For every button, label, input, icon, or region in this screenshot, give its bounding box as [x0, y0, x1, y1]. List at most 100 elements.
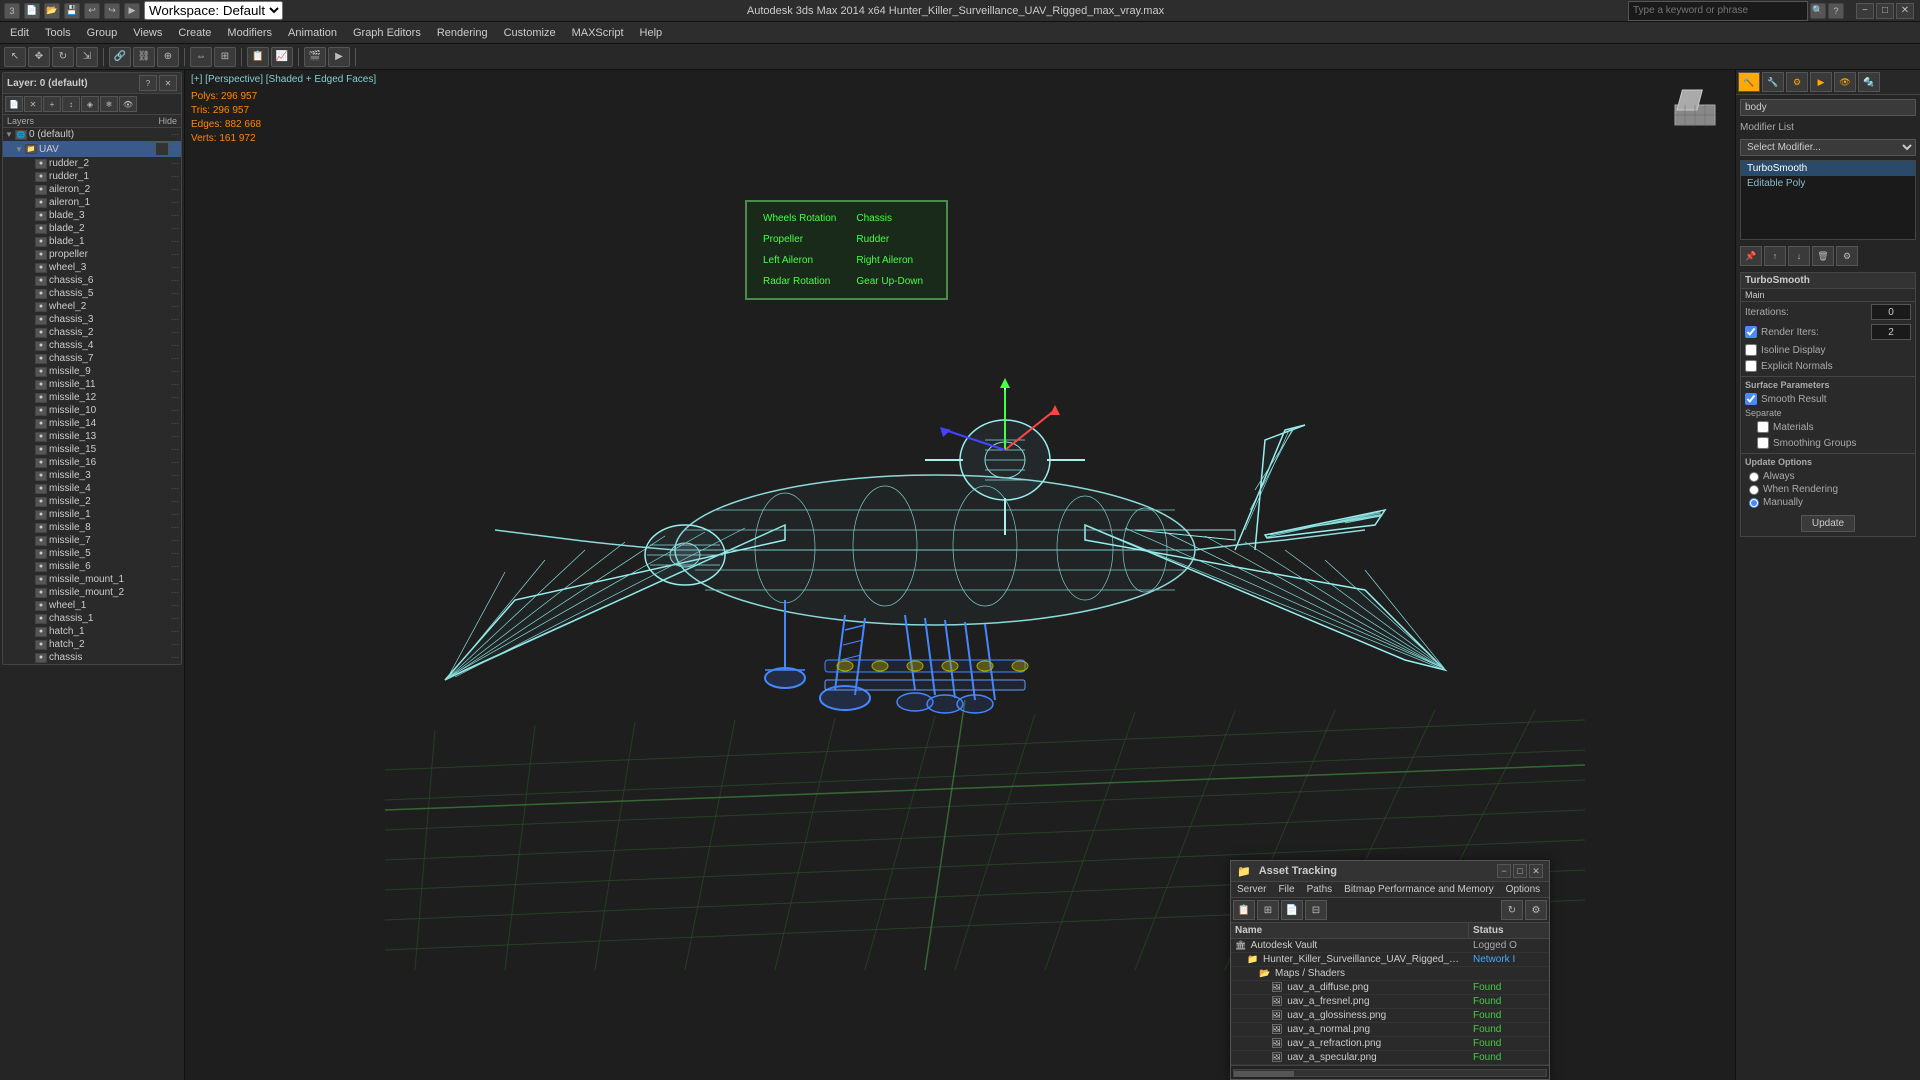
- layer-item-hatch_1[interactable]: ● hatch_1 ···: [3, 625, 181, 638]
- layer-add-btn[interactable]: +: [43, 96, 61, 112]
- right-aileron-btn[interactable]: Right Aileron: [848, 252, 937, 269]
- open-btn[interactable]: 📂: [44, 3, 60, 19]
- asset-row-5[interactable]: 🖼 uav_a_glossiness.png Found: [1231, 1009, 1549, 1023]
- layers-help[interactable]: ?: [139, 75, 157, 91]
- search-icon[interactable]: 🔍: [1810, 3, 1826, 19]
- layer-item-propeller[interactable]: ● propeller ···: [3, 248, 181, 261]
- layer-options-dots[interactable]: ···: [171, 549, 179, 558]
- asset-row-4[interactable]: 🖼 uav_a_fresnel.png Found: [1231, 995, 1549, 1009]
- render-btn[interactable]: ▶: [124, 3, 140, 19]
- viewport[interactable]: [+] [Perspective] [Shaded + Edged Faces]…: [185, 70, 1735, 1080]
- gear-up-down-btn[interactable]: Gear Up-Down: [848, 273, 937, 290]
- rotate-tool[interactable]: ↻: [52, 47, 74, 67]
- asset-row-2[interactable]: 📂 Maps / Shaders: [1231, 967, 1549, 981]
- asset-bitmap-menu[interactable]: Bitmap Performance and Memory: [1338, 882, 1500, 897]
- render-iters-checkbox[interactable]: [1745, 326, 1757, 338]
- menu-views[interactable]: Views: [125, 22, 170, 44]
- isoline-checkbox[interactable]: [1745, 344, 1757, 356]
- layer-options-dots[interactable]: ···: [171, 614, 179, 623]
- layer-options-dots[interactable]: ···: [171, 172, 179, 181]
- menu-customize[interactable]: Customize: [496, 22, 564, 44]
- layer-freeze-btn[interactable]: ❄: [100, 96, 118, 112]
- link-tool[interactable]: 🔗: [109, 47, 131, 67]
- close-button[interactable]: ✕: [1896, 3, 1914, 19]
- layer-item-chassis_5[interactable]: ● chassis_5 ···: [3, 287, 181, 300]
- modifier-editable-poly[interactable]: Editable Poly: [1741, 176, 1915, 191]
- layer-item-blade_3[interactable]: ● blade_3 ···: [3, 209, 181, 222]
- layer-item-missile_9[interactable]: ● missile_9 ···: [3, 365, 181, 378]
- layer-item-chassis_6[interactable]: ● chassis_6 ···: [3, 274, 181, 287]
- layer-options-dots[interactable]: ···: [171, 302, 179, 311]
- layer-item-aileron_2[interactable]: ● aileron_2 ···: [3, 183, 181, 196]
- utility-panel-btn[interactable]: 🔩: [1858, 72, 1880, 92]
- create-panel-btn[interactable]: 🔨: [1738, 72, 1760, 92]
- asset-row-8[interactable]: 🖼 uav_a_specular.png Found: [1231, 1051, 1549, 1065]
- layer-options-dots[interactable]: ···: [171, 237, 179, 246]
- modifier-turbosmooth[interactable]: TurboSmooth: [1741, 161, 1915, 176]
- layer-options-dots[interactable]: ···: [171, 341, 179, 350]
- layer-item-chassis_3[interactable]: ● chassis_3 ···: [3, 313, 181, 326]
- mod-pin-btn[interactable]: 📌: [1740, 246, 1762, 266]
- new-btn[interactable]: 📄: [24, 3, 40, 19]
- when-rendering-radio[interactable]: [1749, 485, 1759, 495]
- asset-tool-3[interactable]: 📄: [1281, 900, 1303, 920]
- layer-select-btn[interactable]: ↕: [62, 96, 80, 112]
- asset-row-7[interactable]: 🖼 uav_a_refraction.png Found: [1231, 1037, 1549, 1051]
- layer-expand-icon[interactable]: ▼: [13, 145, 25, 154]
- unlink-tool[interactable]: ⛓: [133, 47, 155, 67]
- layer-options-dots[interactable]: ···: [171, 523, 179, 532]
- motion-panel-btn[interactable]: ▶: [1810, 72, 1832, 92]
- layer-item-chassis_last[interactable]: ● chassis ···: [3, 651, 181, 664]
- layer-options-dots[interactable]: ···: [171, 198, 179, 207]
- layer-options-dots[interactable]: ···: [171, 380, 179, 389]
- layer-options-dots[interactable]: ···: [171, 406, 179, 415]
- render-iters-input[interactable]: [1871, 324, 1911, 340]
- iterations-input[interactable]: [1871, 304, 1911, 320]
- hierarchy-panel-btn[interactable]: ⚙: [1786, 72, 1808, 92]
- layer-delete-btn[interactable]: ✕: [24, 96, 42, 112]
- object-name-input[interactable]: [1740, 99, 1916, 116]
- align-tool[interactable]: ⊞: [214, 47, 236, 67]
- layer-item-missile_2[interactable]: ● missile_2 ···: [3, 495, 181, 508]
- layer-options-dots[interactable]: ···: [171, 627, 179, 636]
- wheels-rotation-btn[interactable]: Wheels Rotation: [755, 210, 844, 227]
- mirror-tool[interactable]: ⇔: [190, 47, 212, 67]
- menu-rendering[interactable]: Rendering: [429, 22, 496, 44]
- asset-scrollbar[interactable]: [1231, 1065, 1549, 1079]
- layer-item-0default[interactable]: ▼ 🌐 0 (default) ···: [3, 128, 181, 141]
- layer-item-wheel_1[interactable]: ● wheel_1 ···: [3, 599, 181, 612]
- layer-new-btn[interactable]: 📄: [5, 96, 23, 112]
- layer-options-dots[interactable]: ···: [171, 471, 179, 480]
- layer-options-dots[interactable]: ···: [171, 354, 179, 363]
- layer-item-wheel_3[interactable]: ● wheel_3 ···: [3, 261, 181, 274]
- asset-row-1[interactable]: 📁 Hunter_Killer_Surveillance_UAV_Rigged_…: [1231, 953, 1549, 967]
- layer-options-dots[interactable]: ···: [171, 536, 179, 545]
- help-btn[interactable]: ?: [1828, 3, 1844, 19]
- asset-table-body[interactable]: 🏛 Autodesk Vault Logged O 📁 Hunter_Kille…: [1231, 939, 1549, 1065]
- bind-tool[interactable]: ⊕: [157, 47, 179, 67]
- mod-move-down-btn[interactable]: ↓: [1788, 246, 1810, 266]
- layer-options-dots[interactable]: ···: [171, 640, 179, 649]
- layer-options-dots[interactable]: ···: [171, 458, 179, 467]
- redo-btn[interactable]: ↪: [104, 3, 120, 19]
- quick-render[interactable]: ▶: [328, 47, 350, 67]
- asset-options-menu[interactable]: Options: [1500, 882, 1546, 897]
- layer-options-dots[interactable]: ···: [171, 224, 179, 233]
- modifier-list-dropdown[interactable]: Select Modifier...: [1740, 139, 1916, 156]
- asset-server-menu[interactable]: Server: [1231, 882, 1272, 897]
- layer-item-hatch_2[interactable]: ● hatch_2 ···: [3, 638, 181, 651]
- layer-options-dots[interactable]: ···: [171, 601, 179, 610]
- asset-tool-4[interactable]: ⊟: [1305, 900, 1327, 920]
- layer-item-missile_10[interactable]: ● missile_10 ···: [3, 404, 181, 417]
- menu-maxscript[interactable]: MAXScript: [564, 22, 632, 44]
- asset-maximize-btn[interactable]: □: [1513, 864, 1527, 878]
- layer-item-missile_7[interactable]: ● missile_7 ···: [3, 534, 181, 547]
- layer-options-dots[interactable]: ···: [171, 263, 179, 272]
- workspace-selector[interactable]: Workspace: Default: [144, 1, 283, 20]
- asset-file-menu[interactable]: File: [1272, 882, 1300, 897]
- layer-item-rudder_1[interactable]: ● rudder_1 ···: [3, 170, 181, 183]
- layer-tool[interactable]: 📋: [247, 47, 269, 67]
- layer-expand-icon[interactable]: ▼: [3, 130, 15, 139]
- minimize-button[interactable]: −: [1856, 3, 1874, 19]
- layer-options-dots[interactable]: ···: [171, 130, 179, 139]
